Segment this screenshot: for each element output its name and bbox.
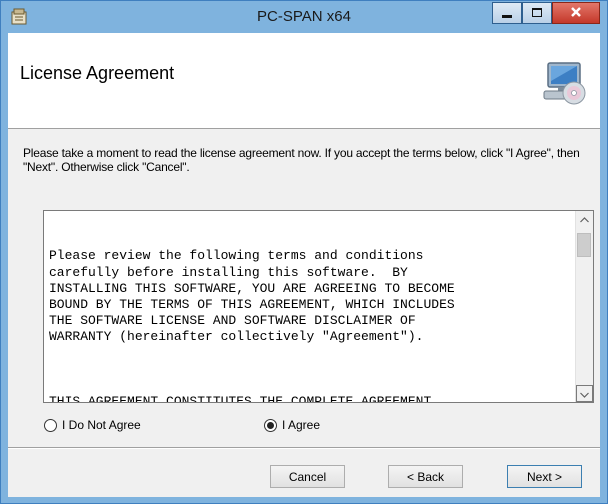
maximize-icon — [532, 8, 542, 17]
button-separator — [8, 447, 600, 449]
radio-selected-dot — [267, 421, 274, 429]
minimize-icon — [502, 15, 512, 18]
scroll-down-button[interactable] — [576, 385, 593, 402]
computer-disc-icon — [543, 62, 586, 105]
installer-window: PC-SPAN x64 License Agreement Please tak… — [0, 0, 608, 504]
dialog-header: License Agreement — [8, 33, 600, 129]
close-icon — [571, 7, 581, 17]
cancel-button[interactable]: Cancel — [270, 465, 345, 488]
radio-circle-agree[interactable] — [264, 418, 277, 432]
back-button[interactable]: < Back — [388, 465, 463, 488]
scroll-thumb[interactable] — [577, 233, 591, 257]
radio-i-do-not-agree[interactable]: I Do Not Agree — [44, 417, 141, 433]
chevron-down-icon — [580, 392, 589, 398]
next-button[interactable]: Next > — [507, 465, 582, 488]
chevron-up-icon — [580, 216, 589, 223]
radio-label-agree[interactable]: I Agree — [282, 418, 320, 432]
license-paragraph: Please review the following terms and co… — [49, 248, 455, 345]
minimize-button[interactable] — [492, 2, 522, 24]
license-paragraph: THIS AGREEMENT CONSTITUTES THE COMPLETE … — [49, 394, 432, 403]
scroll-up-button[interactable] — [576, 211, 593, 228]
title-bar[interactable]: PC-SPAN x64 — [1, 1, 607, 33]
vertical-scrollbar[interactable] — [575, 211, 593, 402]
dialog-client-area: License Agreement Please take a moment t… — [8, 33, 600, 497]
instructions-text: Please take a moment to read the license… — [23, 146, 580, 174]
radio-i-agree[interactable]: I Agree — [264, 417, 320, 433]
close-button[interactable] — [552, 2, 600, 24]
maximize-button[interactable] — [522, 2, 552, 24]
radio-circle-disagree[interactable] — [44, 418, 57, 432]
license-text-box[interactable]: Please review the following terms and co… — [43, 210, 594, 403]
radio-label-disagree[interactable]: I Do Not Agree — [62, 418, 141, 432]
page-title: License Agreement — [20, 63, 175, 83]
license-text: Please review the following terms and co… — [49, 216, 577, 403]
